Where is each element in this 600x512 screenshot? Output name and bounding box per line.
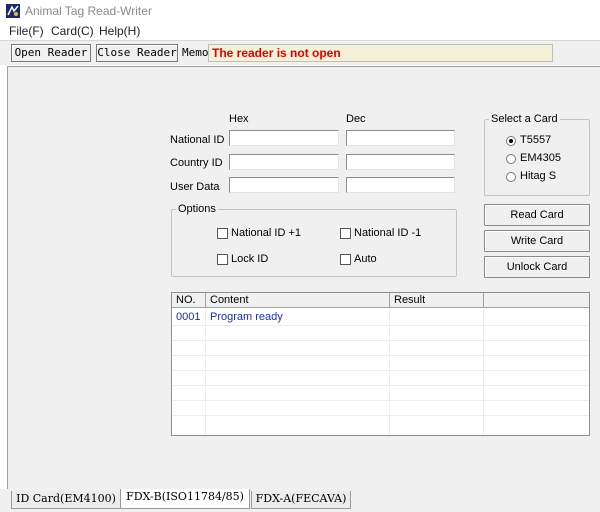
column-header-content[interactable]: Content bbox=[206, 293, 390, 308]
em4305-label[interactable]: EM4305 bbox=[520, 152, 561, 164]
column-header-no[interactable]: NO. bbox=[172, 293, 206, 308]
t5557-label[interactable]: T5557 bbox=[520, 134, 551, 146]
title-bar: Animal Tag Read-Writer bbox=[0, 0, 600, 22]
dec-column-label: Dec bbox=[346, 113, 366, 125]
grid-line bbox=[483, 309, 484, 435]
menu-card[interactable]: Card(C) bbox=[51, 24, 94, 38]
options-group: Options bbox=[171, 203, 457, 277]
column-header-result[interactable]: Result bbox=[390, 293, 484, 308]
window-title: Animal Tag Read-Writer bbox=[25, 4, 152, 18]
log-row-content[interactable]: Program ready bbox=[210, 311, 283, 323]
options-title: Options bbox=[178, 203, 216, 215]
open-reader-button[interactable]: Open Reader bbox=[11, 44, 91, 62]
read-card-button[interactable]: Read Card bbox=[484, 204, 590, 226]
menu-bar: File(F) Card(C) Help(H) bbox=[0, 22, 600, 40]
national-id-plus-label[interactable]: National ID +1 bbox=[231, 227, 301, 239]
tab-strip: ID Card(EM4100) FDX-B(ISO11784/85) FDX-A… bbox=[0, 489, 600, 512]
log-table: NO. Content Result 0001 Program ready bbox=[171, 292, 590, 436]
grid-line bbox=[389, 309, 390, 435]
national-id-minus-checkbox[interactable] bbox=[340, 228, 351, 239]
t5557-radio[interactable] bbox=[506, 136, 516, 146]
grid-line bbox=[172, 340, 589, 341]
country-id-dec-input[interactable] bbox=[346, 154, 455, 170]
lock-id-checkbox[interactable] bbox=[217, 254, 228, 265]
select-card-title: Select a Card bbox=[491, 113, 558, 125]
hitag-s-radio[interactable] bbox=[506, 172, 516, 182]
auto-checkbox[interactable] bbox=[340, 254, 351, 265]
memo-label: Memo bbox=[182, 46, 209, 59]
menu-help[interactable]: Help(H) bbox=[99, 24, 140, 38]
app-icon bbox=[6, 4, 20, 18]
grid-line bbox=[172, 400, 589, 401]
user-data-hex-input[interactable] bbox=[229, 177, 339, 193]
em4305-radio[interactable] bbox=[506, 154, 516, 164]
national-id-label: National ID bbox=[170, 134, 225, 146]
menu-file[interactable]: File(F) bbox=[9, 24, 44, 38]
grid-line bbox=[172, 355, 589, 356]
write-card-button[interactable]: Write Card bbox=[484, 230, 590, 252]
national-id-hex-input[interactable] bbox=[229, 130, 339, 146]
country-id-label: Country ID bbox=[170, 157, 223, 169]
national-id-plus-checkbox[interactable] bbox=[217, 228, 228, 239]
tab-id-card-em4100[interactable]: ID Card(EM4100) bbox=[11, 491, 121, 509]
grid-line bbox=[172, 370, 589, 371]
unlock-card-button[interactable]: Unlock Card bbox=[484, 256, 590, 278]
grid-line bbox=[172, 325, 589, 326]
close-reader-button[interactable]: Close Reader bbox=[96, 44, 178, 62]
tab-fdx-a[interactable]: FDX-A(FECAVA) bbox=[251, 491, 351, 509]
country-id-hex-input[interactable] bbox=[229, 154, 339, 170]
national-id-minus-label[interactable]: National ID -1 bbox=[354, 227, 421, 239]
tab-fdx-b[interactable]: FDX-B(ISO11784/85) bbox=[120, 489, 250, 509]
user-data-dec-input[interactable] bbox=[346, 177, 455, 193]
column-header-extra[interactable] bbox=[484, 293, 589, 308]
hex-column-label: Hex bbox=[229, 113, 249, 125]
auto-label[interactable]: Auto bbox=[354, 253, 377, 265]
memo-status-field: The reader is not open bbox=[208, 44, 553, 62]
lock-id-label[interactable]: Lock ID bbox=[231, 253, 268, 265]
national-id-dec-input[interactable] bbox=[346, 130, 455, 146]
log-row-no[interactable]: 0001 bbox=[176, 311, 200, 323]
toolbar: Open Reader Close Reader Memo The reader… bbox=[0, 40, 600, 65]
grid-line bbox=[172, 385, 589, 386]
grid-line bbox=[172, 415, 589, 416]
grid-line bbox=[205, 309, 206, 435]
user-data-label: User Data bbox=[170, 181, 220, 193]
hitag-s-label[interactable]: Hitag S bbox=[520, 170, 556, 182]
